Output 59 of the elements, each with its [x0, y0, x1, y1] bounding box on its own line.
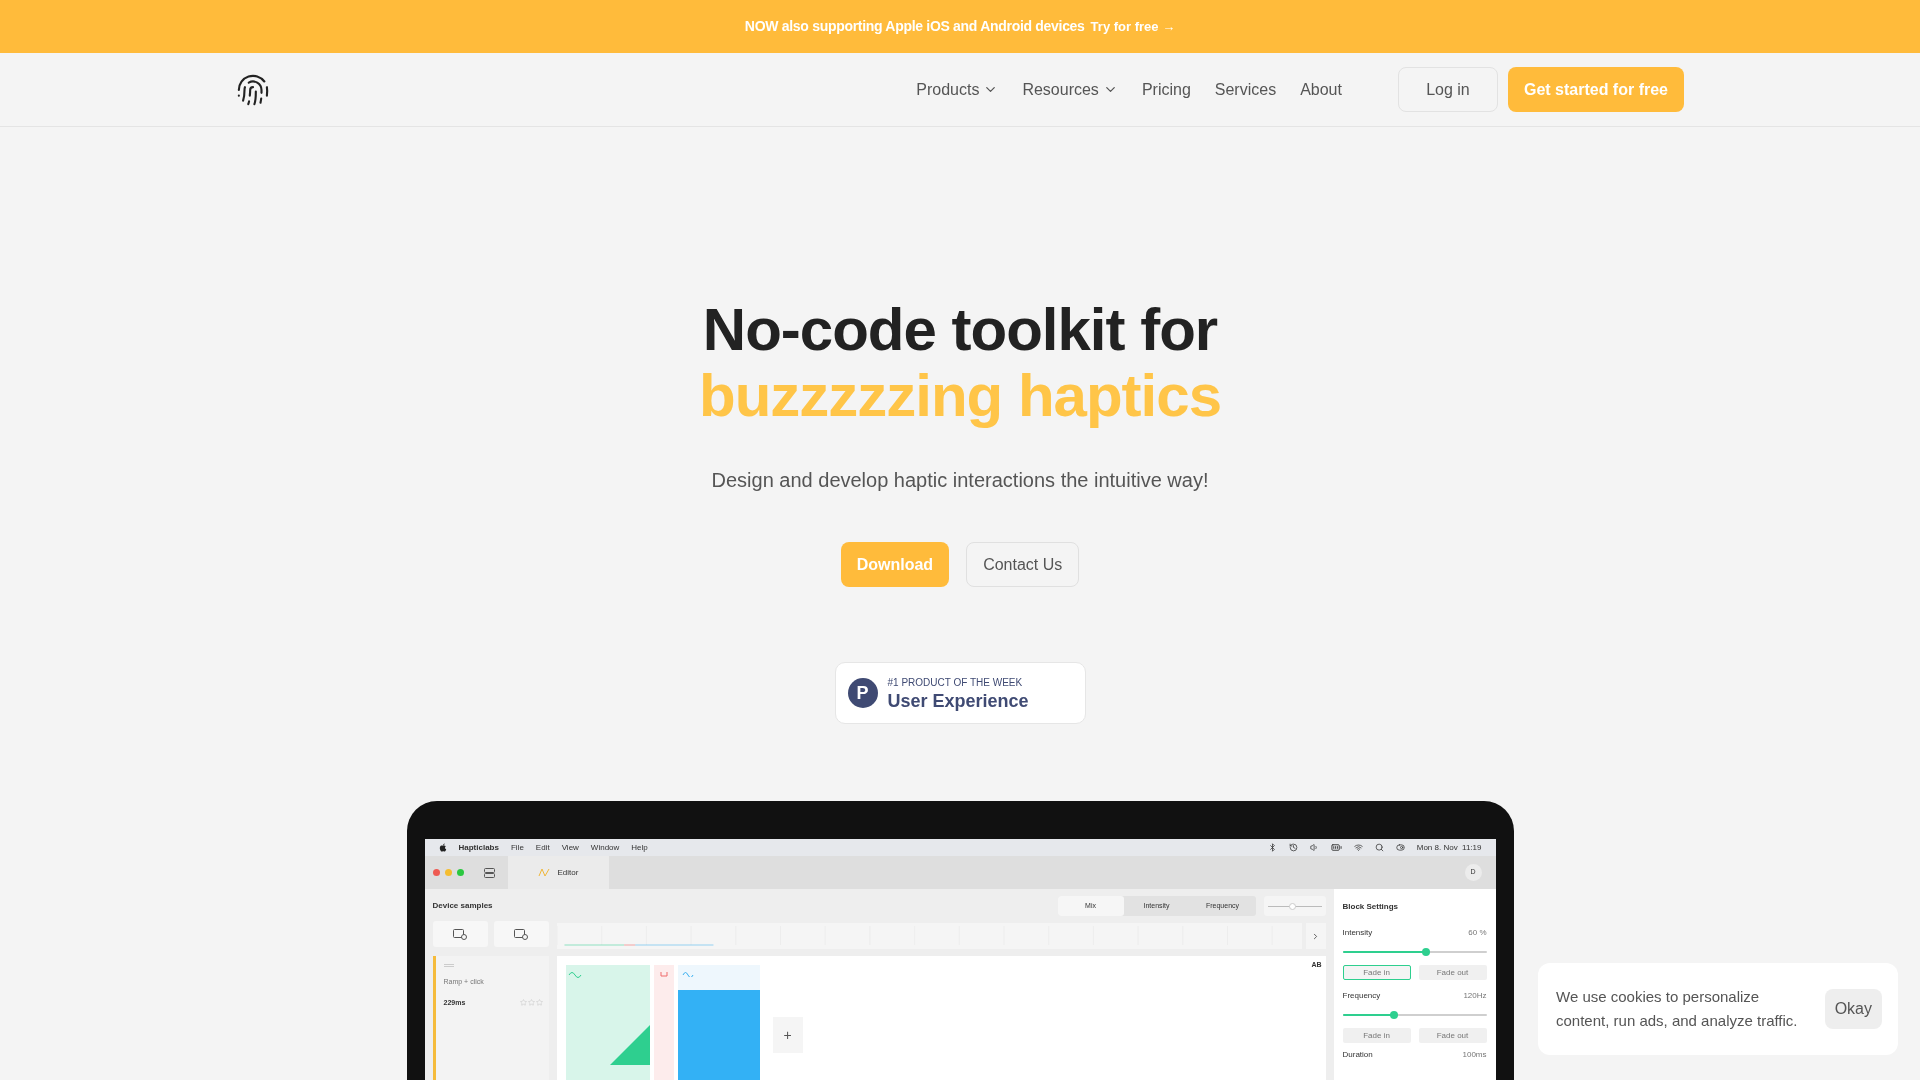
battery-icon[interactable] [1330, 842, 1342, 853]
frequency-reading: 120Hz [1463, 990, 1487, 1002]
wave-icon [537, 868, 550, 877]
drag-handle-icon [443, 964, 454, 967]
device-button[interactable] [432, 921, 488, 947]
intensity-label: Intensity [1342, 927, 1373, 939]
nav-link[interactable]: Resources [1022, 77, 1118, 102]
hero-highlight: buzzzzzing haptics [699, 363, 1221, 429]
sidebar-toggle-icon[interactable] [483, 867, 495, 878]
bluetooth-icon[interactable] [1267, 843, 1277, 852]
device-settings-icon [514, 928, 528, 940]
nav-link[interactable]: Products [916, 77, 999, 102]
menu-bar-clock: Mon 8. Nov 11:19 [1416, 841, 1482, 854]
nav-link[interactable]: About [1300, 77, 1342, 102]
okay-button[interactable]: Okay [1824, 989, 1882, 1029]
menu-item[interactable]: File [510, 841, 524, 854]
sidebar-title: Device samples [432, 900, 494, 912]
nav-link[interactable]: Services [1214, 77, 1277, 102]
fade-button[interactable]: Fade out [1418, 1028, 1487, 1043]
slider-thumb[interactable] [1422, 948, 1430, 956]
product-logo: P [847, 678, 878, 708]
device-button[interactable] [493, 921, 549, 947]
fade-button[interactable]: Fade in [1342, 965, 1411, 980]
hero-title: No-code toolkit for [702, 297, 1218, 363]
badge-title: User Experience [887, 689, 1029, 712]
menu-item[interactable]: View [561, 841, 579, 854]
login-button[interactable]: Log in [1397, 67, 1498, 112]
zoom-slider-thumb[interactable] [1288, 902, 1296, 910]
editor-tab[interactable]: Editor [507, 856, 609, 889]
menu-item[interactable]: Window [590, 841, 620, 854]
nav-link[interactable]: Pricing [1141, 77, 1191, 102]
apple-logo-icon [438, 843, 447, 852]
fade-button[interactable]: Fade in [1342, 1028, 1411, 1043]
duration-label: Duration [1342, 1049, 1373, 1061]
fingerprint-logo-icon[interactable] [236, 72, 270, 107]
star-rating[interactable] [519, 999, 543, 1007]
search-icon[interactable] [1374, 843, 1384, 852]
settings-title: Block Settings [1342, 901, 1400, 913]
volume-icon[interactable] [1309, 843, 1319, 852]
toggle-icon[interactable] [1395, 843, 1405, 852]
product-badge[interactable]: P #1 PRODUCT OF THE WEEK User Experience [834, 662, 1086, 724]
slider-thumb[interactable] [1390, 1011, 1399, 1019]
badge-eyebrow: #1 PRODUCT OF THE WEEK [887, 675, 1024, 690]
fade-button[interactable]: Fade out [1418, 965, 1487, 980]
menu-item[interactable]: Edit [535, 841, 550, 854]
cookie-message: We use cookies to personalize content, run ads, and analyze traffic. [1556, 987, 1799, 1031]
chevron-right-icon [1311, 931, 1320, 941]
wifi-icon[interactable] [1353, 843, 1363, 852]
banner-text: NOW also supporting Apple iOS and Android devices [744, 17, 1085, 36]
add-block-button[interactable]: + [772, 1017, 803, 1053]
device-settings-icon [453, 928, 467, 940]
menu-item[interactable]: Help [631, 841, 648, 854]
contact-button[interactable]: Contact Us [966, 542, 1080, 587]
frequency-label: Frequency [1342, 990, 1381, 1002]
app-name-menu[interactable]: Hapticlabs [458, 841, 499, 854]
clock-icon[interactable] [1288, 843, 1298, 852]
duration-reading: 100ms [1462, 1049, 1487, 1061]
intensity-reading: 60 % [1468, 927, 1487, 939]
hero-subtitle: Design and develop haptic interactions the intuitive way! [711, 468, 1209, 493]
